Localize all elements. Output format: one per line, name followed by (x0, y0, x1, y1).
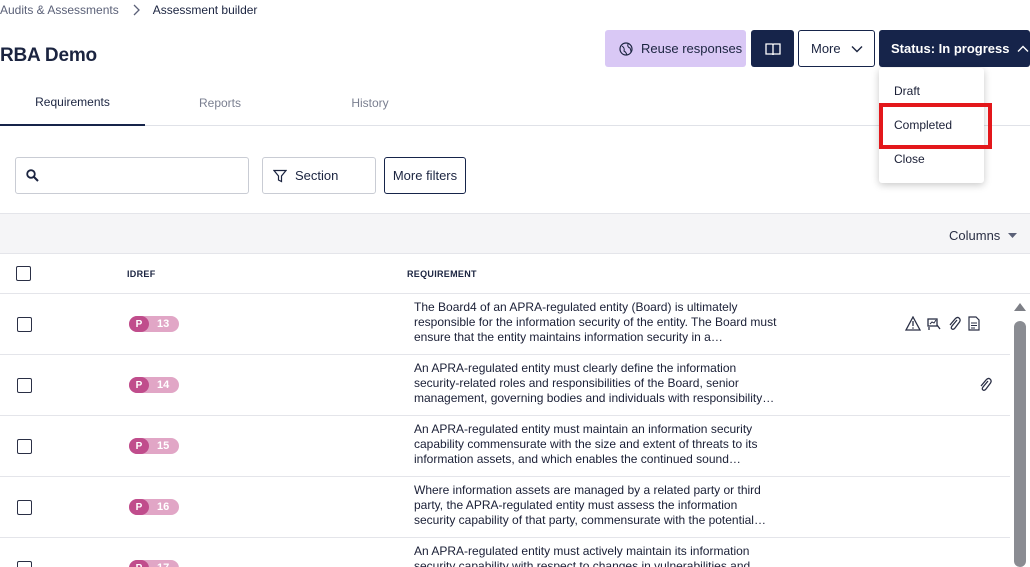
idref-prefix: P (129, 316, 149, 332)
reuse-responses-label: Reuse responses (641, 41, 743, 56)
search-icon (26, 169, 39, 182)
idref-badge: P 16 (129, 499, 179, 515)
idref-prefix: P (129, 377, 149, 393)
book-icon (764, 42, 781, 55)
status-label: Status: In progress (891, 41, 1010, 56)
table-row[interactable]: P 16 Where information assets are manage… (0, 477, 1010, 538)
reuse-responses-button[interactable]: Reuse responses (605, 30, 746, 67)
caret-down-icon (1008, 233, 1018, 238)
chart-icon[interactable] (926, 316, 941, 331)
idref-number: 16 (157, 501, 170, 513)
idref-number: 14 (157, 379, 170, 391)
highlight-box (879, 103, 992, 149)
scroll-up-arrow[interactable] (1014, 303, 1026, 311)
search-box[interactable] (15, 157, 249, 194)
table-row[interactable]: P 14 An APRA-regulated entity must clear… (0, 355, 1010, 416)
section-filter-button[interactable]: Section (262, 157, 376, 194)
table-row[interactable]: P 17 An APRA-regulated entity must activ… (0, 538, 1010, 567)
more-filters-button[interactable]: More filters (384, 157, 466, 194)
table-header-row: IDREF REQUIREMENT (0, 254, 1030, 294)
paperclip-icon[interactable] (947, 316, 962, 331)
more-button[interactable]: More (798, 30, 875, 67)
row-checkbox[interactable] (17, 500, 32, 515)
tab-history[interactable]: History (300, 80, 440, 126)
row-checkbox[interactable] (17, 561, 32, 567)
row-checkbox[interactable] (17, 439, 32, 454)
paperclip-icon[interactable] (978, 377, 993, 392)
idref-badge: P 13 (129, 316, 179, 332)
globe-icon (619, 41, 633, 56)
section-filter-label: Section (295, 168, 339, 183)
row-checkbox[interactable] (17, 317, 32, 332)
requirement-text: An APRA-regulated entity must maintain a… (414, 422, 758, 466)
document-icon[interactable] (968, 316, 983, 331)
tab-requirements[interactable]: Requirements (0, 80, 145, 126)
column-header-requirement[interactable]: REQUIREMENT (407, 269, 477, 279)
breadcrumb: Audits & Assessments Assessment builder (0, 3, 257, 17)
idref-prefix: P (129, 438, 149, 454)
idref-number: 15 (157, 440, 170, 452)
guide-book-button[interactable] (751, 30, 794, 67)
row-indicators (904, 315, 983, 331)
requirement-text: An APRA-regulated entity must clearly de… (414, 361, 775, 405)
scrollbar-thumb[interactable] (1014, 321, 1026, 567)
columns-label: Columns (949, 228, 1001, 243)
table-toolbar: Columns (0, 213, 1030, 254)
column-header-idref[interactable]: IDREF (127, 269, 156, 279)
warning-icon[interactable] (904, 315, 922, 331)
table-row[interactable]: P 13 The Board4 of an APRA-regulated ent… (0, 294, 1010, 355)
row-checkbox[interactable] (17, 378, 32, 393)
search-input[interactable] (47, 168, 237, 183)
status-dropdown-button[interactable]: Status: In progress (879, 30, 1030, 67)
requirement-text: The Board4 of an APRA-regulated entity (… (414, 300, 777, 344)
page-title: RBA Demo (0, 45, 97, 66)
requirement-text: An APRA-regulated entity must actively m… (414, 544, 751, 567)
idref-number: 13 (157, 318, 170, 330)
select-all-checkbox[interactable] (16, 266, 31, 281)
breadcrumb-current: Assessment builder (152, 3, 258, 17)
status-option-draft[interactable]: Draft (879, 76, 984, 106)
idref-number: 17 (157, 562, 169, 567)
columns-button[interactable]: Columns (949, 228, 1018, 243)
idref-prefix: P (129, 560, 149, 567)
table-row[interactable]: P 15 An APRA-regulated entity must maint… (0, 416, 1010, 477)
more-label: More (811, 41, 841, 56)
idref-badge: P 17 (129, 560, 179, 567)
chevron-right-icon (133, 4, 140, 16)
requirement-text: Where information assets are managed by … (414, 483, 766, 527)
filter-icon (273, 169, 287, 182)
idref-badge: P 15 (129, 438, 179, 454)
tab-bar: Requirements Reports History (0, 80, 1030, 126)
tab-reports[interactable]: Reports (150, 80, 290, 126)
chevron-down-icon (851, 45, 863, 52)
row-indicators (978, 377, 993, 392)
idref-prefix: P (129, 499, 149, 515)
idref-badge: P 14 (129, 377, 179, 393)
breadcrumb-parent-link[interactable]: Audits & Assessments (0, 3, 119, 17)
chevron-up-icon (1017, 45, 1029, 52)
